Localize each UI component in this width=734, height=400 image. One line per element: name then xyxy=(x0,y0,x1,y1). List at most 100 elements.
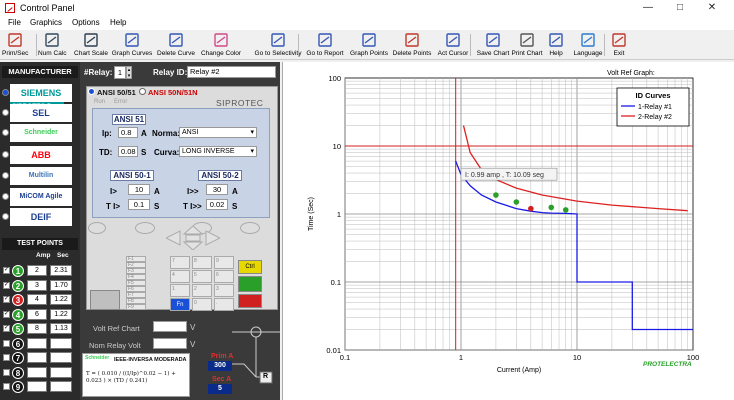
manufacturer-logo-micom-agile[interactable]: MiCOM Agile xyxy=(10,188,72,206)
ip-input[interactable]: 0.8 xyxy=(118,127,138,138)
mode-ansi50n51n-radio[interactable] xyxy=(139,88,146,95)
test-point-checkbox[interactable] xyxy=(3,339,10,347)
toolbar-change-color-button[interactable]: Change Color xyxy=(196,30,246,60)
toolbar-act-cursor-button[interactable]: Act Cursor xyxy=(432,30,474,60)
toolbar-exit-button[interactable]: Exit xyxy=(608,30,630,60)
toolbar-print-chart-button[interactable]: Print Chart xyxy=(508,30,546,60)
test-point-sec[interactable]: 1.70 xyxy=(50,279,72,291)
mode-ansi5051-radio[interactable] xyxy=(88,88,95,95)
test-point-marker[interactable] xyxy=(513,199,520,205)
soft-key-3[interactable] xyxy=(240,222,260,234)
chart-area[interactable]: Volt Ref Graph: 0.1 1 10 100 0.01 0.1 1 10 100 Cur… xyxy=(282,62,734,400)
numpad-key[interactable]: 9 xyxy=(214,256,234,269)
toolbar-save-chart-button[interactable]: Save Chart xyxy=(474,30,512,60)
manufacturer-logo-siemens[interactable]: SIEMENS xyxy=(10,84,72,102)
sec-value[interactable]: 5 xyxy=(208,384,232,394)
toolbar-graph-points-button[interactable]: Graph Points xyxy=(346,30,392,60)
manufacturer-radio[interactable] xyxy=(2,193,9,200)
open-breaker-key[interactable] xyxy=(238,294,262,308)
manufacturer-logo-deif[interactable]: DEIF xyxy=(10,208,72,226)
close-button[interactable]: ✕ xyxy=(700,1,724,15)
test-point-checkbox[interactable]: ✓ xyxy=(3,267,10,274)
numpad-key[interactable]: 0 xyxy=(192,298,212,311)
toolbar-delete-points-button[interactable]: Delete Points xyxy=(390,30,434,60)
relay-id-field[interactable]: Relay #2 xyxy=(187,66,276,78)
volt-ref-input[interactable] xyxy=(153,321,187,332)
menu-file[interactable]: File xyxy=(8,18,21,27)
toolbar-language-button[interactable]: Language xyxy=(568,30,608,60)
test-point-checkbox[interactable] xyxy=(3,368,10,376)
test-point-sec[interactable]: 1.13 xyxy=(50,323,72,334)
curva-select[interactable]: LONG INVERSE xyxy=(179,146,257,157)
numpad-key[interactable]: 1 xyxy=(170,284,190,297)
td-input[interactable]: 0.08 xyxy=(118,146,138,157)
numpad-key[interactable]: 4 xyxy=(170,270,190,283)
test-point-amp[interactable]: 4 xyxy=(27,294,47,305)
soft-key-left[interactable] xyxy=(88,222,106,234)
menu-options[interactable]: Options xyxy=(72,18,100,27)
test-point-amp[interactable] xyxy=(27,352,47,363)
numpad-key[interactable]: 6 xyxy=(214,270,234,283)
test-point-amp[interactable]: 2 xyxy=(27,265,47,276)
test-point-sec[interactable]: 1.22 xyxy=(50,308,72,320)
manufacturer-radio[interactable] xyxy=(2,213,9,220)
toolbar-chart-scale-button[interactable]: Chart Scale xyxy=(72,30,110,60)
manufacturer-radio[interactable] xyxy=(2,129,9,136)
test-point-sec[interactable]: 1.22 xyxy=(50,294,72,305)
toolbar-graph-curves-button[interactable]: Graph Curves xyxy=(110,30,154,60)
test-point-marker[interactable] xyxy=(548,204,555,211)
test-point-sec[interactable] xyxy=(50,337,72,349)
test-point-amp[interactable] xyxy=(27,366,47,378)
toolbar-num-calc-button[interactable]: Num Calc xyxy=(38,30,67,60)
nom-relay-volt-input[interactable] xyxy=(153,338,187,349)
test-point-amp[interactable]: 8 xyxy=(27,323,47,334)
close-breaker-key[interactable] xyxy=(238,276,262,292)
manufacturer-logo-multilin[interactable]: Multilin xyxy=(10,167,72,185)
toolbar-go-to-report-button[interactable]: Go to Report xyxy=(300,30,350,60)
tcc-chart[interactable]: Volt Ref Graph:0.1 1 10 1000.010.1110100Cur… xyxy=(283,62,734,400)
manufacturer-radio[interactable] xyxy=(2,151,9,158)
test-point-marker[interactable] xyxy=(562,207,569,213)
numpad-key[interactable]: 5 xyxy=(192,270,212,283)
manufacturer-logo-abb[interactable]: ABB xyxy=(10,146,72,164)
test-point-checkbox[interactable]: ✓ xyxy=(3,296,10,303)
manufacturer-logo-sel[interactable]: SEL xyxy=(10,104,72,122)
soft-key-1[interactable] xyxy=(135,222,155,234)
numpad-key[interactable]: 7 xyxy=(170,256,190,269)
test-point-amp[interactable] xyxy=(27,337,47,349)
manufacturer-radio[interactable] xyxy=(2,172,9,179)
i2-input[interactable]: 30 xyxy=(206,184,228,195)
test-point-sec[interactable] xyxy=(50,381,72,392)
test-point-checkbox[interactable]: ✓ xyxy=(3,281,10,289)
numpad-key[interactable]: 3 xyxy=(214,284,234,297)
test-point-checkbox[interactable] xyxy=(3,383,10,390)
test-point-checkbox[interactable]: ✓ xyxy=(3,325,10,332)
relay-number-spinner[interactable]: ▴ ▾ xyxy=(126,66,132,79)
toolbar-delete-curve-button[interactable]: Delete Curve xyxy=(156,30,196,60)
test-point-checkbox[interactable]: ✓ xyxy=(3,310,10,318)
numpad-key[interactable]: 2 xyxy=(192,284,212,297)
numpad-key[interactable]: . xyxy=(214,298,234,311)
toolbar-help-button[interactable]: Help xyxy=(544,30,568,60)
test-point-checkbox[interactable] xyxy=(3,354,10,361)
test-point-marker[interactable] xyxy=(528,205,534,212)
menu-help[interactable]: Help xyxy=(110,18,126,27)
numpad-key[interactable]: 8 xyxy=(192,256,212,269)
function-key[interactable]: F9 xyxy=(126,304,146,310)
test-point-amp[interactable] xyxy=(27,381,47,392)
test-point-amp[interactable]: 6 xyxy=(27,308,47,320)
nav-arrows-icon[interactable] xyxy=(164,225,222,251)
numpad-key[interactable]: Fn xyxy=(170,298,190,311)
manufacturer-logo-schneider[interactable]: Schneider xyxy=(10,124,72,142)
toolbar-prim-sec-button[interactable]: Prim/Sec xyxy=(2,30,28,60)
maximize-button[interactable]: □ xyxy=(668,1,692,15)
test-point-sec[interactable] xyxy=(50,352,72,363)
menu-graphics[interactable]: Graphics xyxy=(30,18,62,27)
minimize-button[interactable]: — xyxy=(636,1,660,15)
manufacturer-radio[interactable] xyxy=(2,89,9,96)
t2-input[interactable]: 0.02 xyxy=(206,199,228,210)
test-point-marker[interactable] xyxy=(493,192,499,198)
i1-input[interactable]: 10 xyxy=(128,184,150,195)
test-point-sec[interactable]: 2.31 xyxy=(50,265,72,276)
test-point-amp[interactable]: 3 xyxy=(27,279,47,291)
